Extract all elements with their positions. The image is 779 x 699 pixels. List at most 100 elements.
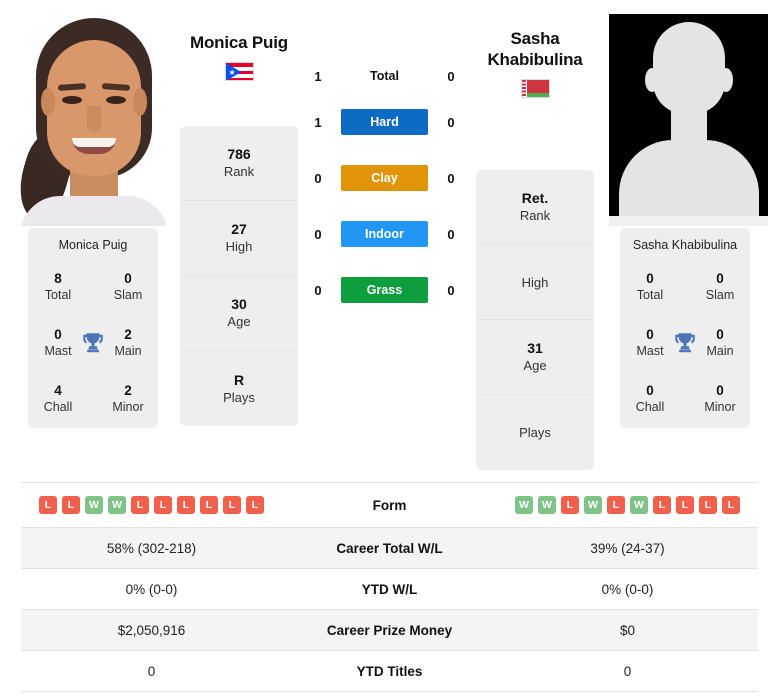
right-form-cell: WWLWLWLLLL — [497, 496, 758, 514]
form-badge-l: L — [676, 496, 694, 514]
right-career-total-wl: 39% (24-37) — [590, 540, 665, 556]
form-badge-l: L — [154, 496, 172, 514]
right-player-photo — [609, 14, 768, 226]
right-titles-chall: 0 Chall — [626, 382, 674, 416]
surface-badge-clay[interactable]: Clay — [341, 165, 428, 191]
h2h-total-label: Total — [370, 69, 399, 83]
puerto-rico-flag-icon: ★ — [224, 62, 254, 81]
comparison-header: Monica Puig ★ Sasha Khabibulina 1 Total … — [0, 0, 779, 472]
right-titles-main-label: Main — [706, 344, 734, 358]
left-high-value: 27 — [231, 221, 247, 237]
left-age-label: Age — [227, 314, 251, 329]
right-titles-row-3: 0 Chall 0 Minor — [626, 382, 744, 416]
left-high-cell: 27 High — [180, 201, 298, 276]
right-rank-cell: Ret. Rank — [476, 170, 594, 245]
left-player-name: Monica Puig — [190, 33, 288, 52]
right-titles-row-2: 0 Mast 0 Main — [626, 326, 744, 360]
left-ytd-wl: 0% (0-0) — [125, 581, 178, 597]
right-player-heading: Sasha Khabibulina — [455, 28, 615, 98]
left-titles-row-3: 4 Chall 2 Minor — [34, 382, 152, 416]
right-ytd-wl: 0% (0-0) — [601, 581, 654, 597]
left-player-photo — [14, 14, 173, 226]
left-titles-chall: 4 Chall — [34, 382, 82, 416]
h2h-row-grass: 0 Grass 0 — [303, 262, 466, 318]
h2h-hard-right: 0 — [447, 114, 455, 130]
left-ytd-titles: 0 — [147, 663, 156, 679]
h2h-indoor-right: 0 — [447, 226, 455, 242]
right-plays-cell: Plays — [476, 395, 594, 470]
form-badge-w: W — [538, 496, 556, 514]
avatar-placeholder-icon — [609, 14, 768, 226]
table-row-form: LLWWLLLLLL Form WWLWLWLLLL — [21, 483, 758, 528]
h2h-grass-right: 0 — [447, 282, 455, 298]
left-titles-minor-label: Minor — [112, 400, 144, 414]
right-titles-chall-label: Chall — [635, 400, 665, 414]
left-titles-main-value: 2 — [124, 327, 132, 342]
left-titles-row-2: 0 Mast 2 Main — [34, 326, 152, 360]
left-titles-minor-value: 2 — [124, 383, 132, 398]
form-badge-w: W — [630, 496, 648, 514]
h2h-row-hard: 1 Hard 0 — [303, 94, 466, 150]
left-rank-value: 786 — [227, 146, 251, 162]
left-titles-panel: Monica Puig 8 Total 0 Slam 0 Mast 2 Main… — [28, 228, 158, 428]
h2h-row-indoor: 0 Indoor 0 — [303, 206, 466, 262]
right-age-label: Age — [523, 358, 547, 373]
player-comparison-page: Monica Puig ★ Sasha Khabibulina 1 Total … — [0, 0, 779, 699]
left-form-strip: LLWWLLLLLL — [21, 496, 282, 514]
h2h-hard-left: 1 — [314, 114, 322, 130]
left-titles-main-label: Main — [114, 344, 142, 358]
trophy-icon — [83, 333, 103, 353]
left-age-value: 30 — [231, 296, 247, 312]
form-badge-l: L — [653, 496, 671, 514]
right-titles-minor-label: Minor — [704, 400, 736, 414]
form-badge-l: L — [177, 496, 195, 514]
left-titles-player-name: Monica Puig — [58, 238, 128, 252]
right-rank-label: Rank — [519, 208, 551, 223]
left-titles-mast-value: 0 — [54, 327, 62, 342]
row-label-form: Form — [372, 497, 407, 513]
left-age-cell: 30 Age — [180, 276, 298, 351]
left-plays-value: R — [233, 371, 245, 388]
surface-badge-grass[interactable]: Grass — [341, 277, 428, 303]
left-titles-total-value: 8 — [54, 271, 62, 286]
left-titles-minor: 2 Minor — [104, 382, 152, 416]
surface-badge-indoor[interactable]: Indoor — [341, 221, 428, 247]
right-titles-minor: 0 Minor — [696, 382, 744, 416]
right-titles-chall-value: 0 — [646, 383, 654, 398]
left-titles-row-1: 8 Total 0 Slam — [34, 270, 152, 304]
right-high-cell: High — [476, 245, 594, 320]
form-badge-l: L — [246, 496, 264, 514]
left-titles-slam: 0 Slam — [104, 270, 152, 304]
h2h-total-left: 1 — [314, 68, 322, 84]
left-titles-chall-value: 4 — [54, 383, 62, 398]
right-titles-row-1: 0 Total 0 Slam — [626, 270, 744, 304]
right-titles-grid: 0 Total 0 Slam 0 Mast 0 Main 0 Chall 0 M… — [626, 270, 744, 416]
right-titles-slam-label: Slam — [705, 288, 735, 302]
surface-badge-hard[interactable]: Hard — [341, 109, 428, 135]
form-badge-w: W — [515, 496, 533, 514]
right-plays-label: Plays — [519, 425, 551, 440]
left-titles-slam-label: Slam — [113, 288, 143, 302]
form-badge-l: L — [699, 496, 717, 514]
left-form-cell: LLWWLLLLLL — [21, 496, 282, 514]
right-titles-mast: 0 Mast — [626, 326, 674, 360]
left-titles-chall-label: Chall — [43, 400, 73, 414]
form-badge-l: L — [722, 496, 740, 514]
row-label-career-total-wl: Career Total W/L — [336, 540, 443, 556]
head-to-head-surfaces: 1 Total 0 1 Hard 0 0 Clay 0 0 Indoor 0 0 — [303, 58, 466, 318]
row-label-ytd-titles: YTD Titles — [356, 663, 423, 679]
right-titles-minor-value: 0 — [716, 383, 724, 398]
right-form-strip: WWLWLWLLLL — [497, 496, 758, 514]
h2h-row-clay: 0 Clay 0 — [303, 150, 466, 206]
row-label-ytd-wl: YTD W/L — [361, 581, 418, 597]
right-titles-main-value: 0 — [716, 327, 724, 342]
form-badge-l: L — [561, 496, 579, 514]
table-row-ytd-titles: 0 YTD Titles 0 — [21, 651, 758, 692]
h2h-grass-left: 0 — [314, 282, 322, 298]
left-plays-cell: R Plays — [180, 351, 298, 426]
h2h-indoor-left: 0 — [314, 226, 322, 242]
left-titles-total: 8 Total — [34, 270, 82, 304]
form-badge-l: L — [200, 496, 218, 514]
form-badge-l: L — [39, 496, 57, 514]
left-titles-main: 2 Main — [104, 326, 152, 360]
